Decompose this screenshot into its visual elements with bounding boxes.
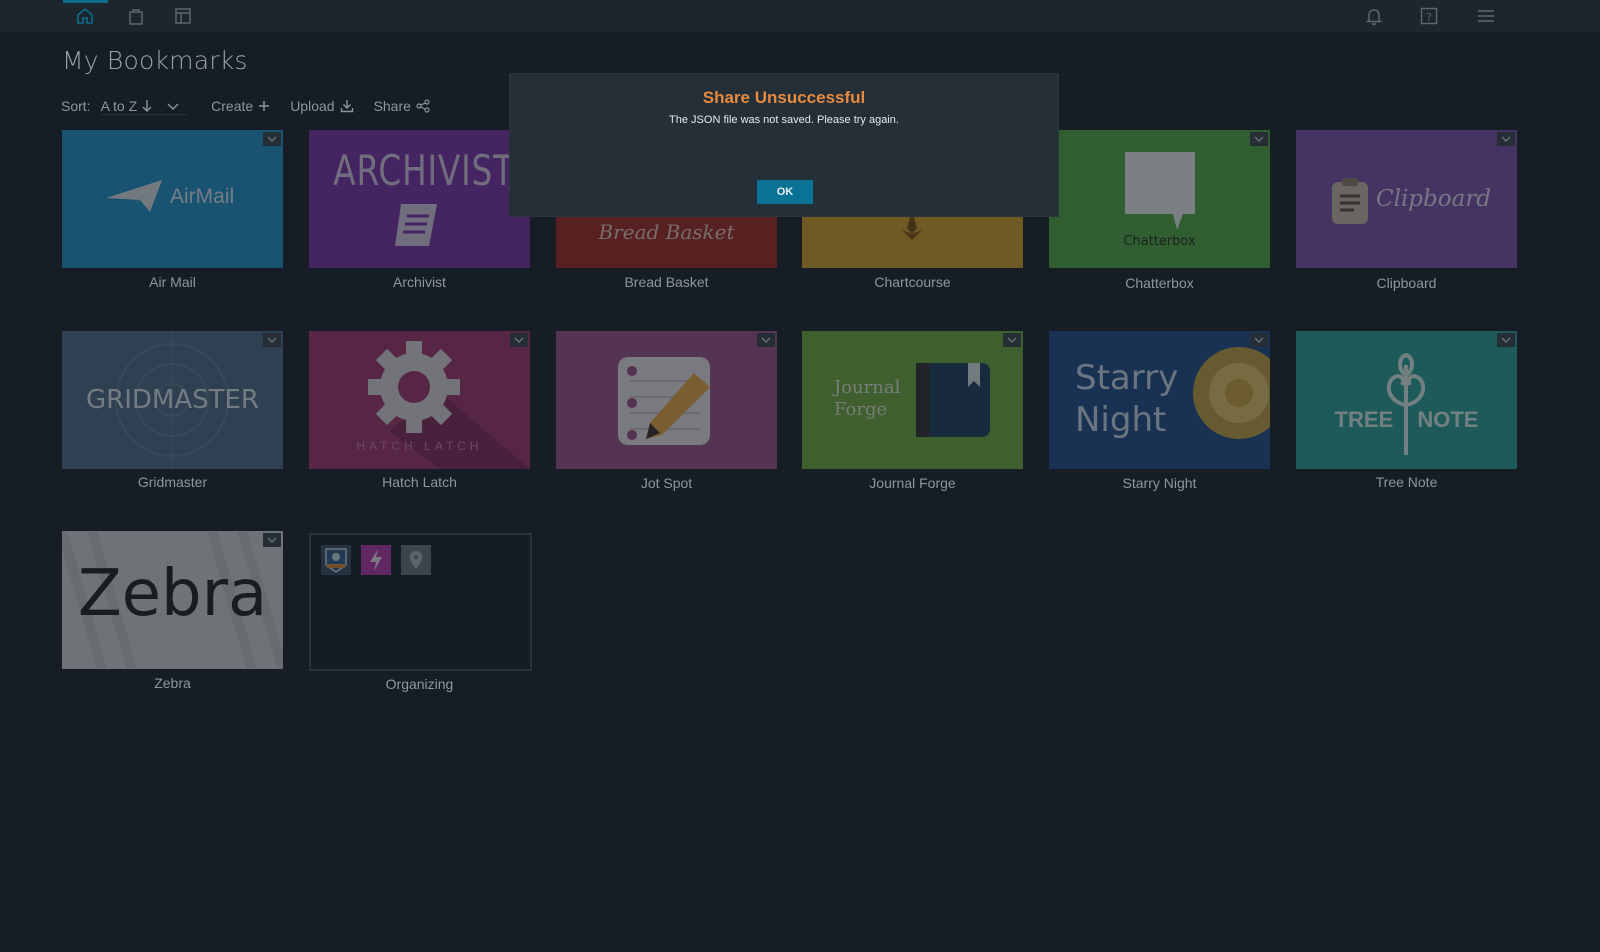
share-error-dialog: Share Unsuccessful The JSON file was not… (510, 74, 1058, 216)
modal-overlay: Share Unsuccessful The JSON file was not… (0, 0, 1600, 952)
dialog-message: The JSON file was not saved. Please try … (669, 114, 899, 126)
ok-button[interactable]: OK (757, 180, 813, 204)
dialog-title: Share Unsuccessful (702, 88, 866, 107)
